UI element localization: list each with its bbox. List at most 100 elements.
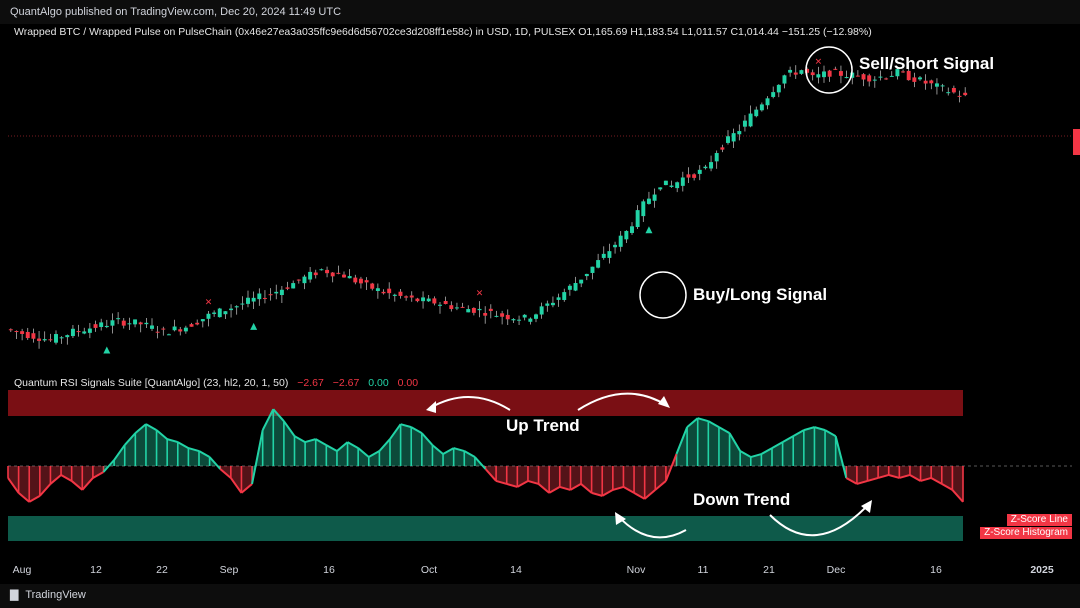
candle-body — [296, 279, 301, 281]
buy-signal-label: Buy/Long Signal — [693, 285, 828, 304]
candle-body — [404, 296, 409, 298]
candle-body — [330, 272, 335, 277]
candle-body — [765, 98, 770, 106]
candle-body — [838, 71, 843, 76]
x-tick-label: Sep — [219, 564, 239, 576]
candle-body — [867, 75, 872, 82]
candle-body — [121, 320, 126, 326]
candle-body — [596, 260, 601, 268]
sell-signal-label: Sell/Short Signal — [859, 54, 995, 73]
candle-body — [918, 77, 922, 80]
candle-body — [438, 304, 442, 306]
candle-body — [833, 68, 838, 70]
candle-body — [42, 339, 47, 341]
candle-body — [703, 166, 708, 169]
candle-body — [65, 335, 70, 338]
candle-body — [268, 294, 273, 296]
candle-body — [150, 325, 154, 329]
candle-body — [878, 76, 883, 78]
candle-body — [731, 133, 736, 142]
candle-body — [415, 298, 420, 302]
x-tick-label: 2025 — [1030, 564, 1054, 576]
candle-body — [618, 235, 623, 247]
candle-body — [460, 306, 465, 308]
candle-body — [99, 322, 104, 327]
x-tick-label: 14 — [510, 564, 522, 576]
candle-body — [669, 185, 674, 187]
last-price-tag — [1073, 129, 1080, 155]
candle-body — [680, 177, 685, 186]
zscore-area — [814, 427, 826, 466]
zscore-area — [400, 424, 412, 466]
candle-body — [212, 312, 217, 314]
candle-body — [929, 80, 934, 84]
candle-body — [550, 302, 555, 306]
candle-body — [110, 320, 115, 326]
candle-body — [957, 95, 962, 97]
candle-body — [251, 297, 256, 302]
candle-body — [48, 339, 53, 341]
candle-body — [923, 80, 928, 84]
symbol-ohlc-line: Wrapped BTC / Wrapped Pulse on PulseChai… — [14, 26, 872, 38]
candle-body — [279, 289, 284, 296]
zscore-area — [135, 424, 146, 466]
candle-body — [810, 72, 815, 76]
candle-body — [663, 180, 668, 186]
candle-body — [646, 198, 651, 204]
candle-body — [607, 251, 612, 258]
zscore-area — [145, 424, 157, 466]
candle-body — [675, 182, 680, 189]
zscore-area — [379, 439, 390, 466]
candle-body — [816, 74, 821, 78]
tradingview-brand[interactable]: TradingView — [25, 589, 86, 601]
candle-body — [471, 307, 476, 313]
candle-body — [246, 297, 250, 304]
candle-body — [138, 322, 143, 325]
candle-body — [624, 230, 629, 240]
candle-body — [14, 331, 19, 333]
candle-body — [353, 277, 358, 283]
candle-body — [443, 301, 448, 304]
candle-body — [652, 194, 657, 201]
candle-body — [539, 306, 544, 315]
x-tick-label: 21 — [763, 564, 775, 576]
candle-body — [308, 271, 313, 280]
candle-body — [511, 319, 516, 321]
candle-body — [432, 298, 437, 304]
candle-body — [262, 297, 267, 299]
price-and-indicator-chart[interactable]: ✕ ✕ ✕ — [0, 0, 1080, 608]
candle-body — [714, 153, 719, 162]
candle-body — [25, 331, 30, 339]
candle-body — [963, 92, 968, 96]
candle-body — [127, 323, 132, 325]
candle-body — [342, 274, 346, 278]
zscore-area — [612, 466, 624, 490]
zscore-area — [559, 466, 571, 490]
candle-body — [144, 322, 149, 325]
candle-body — [104, 325, 109, 328]
candle-body — [229, 308, 234, 311]
candle-body — [522, 314, 527, 318]
candle-body — [37, 338, 42, 341]
candle-body — [206, 313, 211, 319]
zscore-area — [432, 445, 444, 466]
buy-signal-marker — [645, 226, 653, 234]
tradingview-logo-icon[interactable]: ▇ — [10, 584, 18, 606]
candle-body — [771, 92, 776, 97]
candle-body — [517, 319, 522, 321]
candle-body — [799, 70, 804, 74]
buy-signal-highlight — [639, 271, 687, 319]
candle-body — [59, 337, 64, 339]
candle-body — [161, 328, 166, 330]
candle-body — [166, 334, 171, 336]
candle-body — [534, 314, 538, 319]
sell-signal-marker: ✕ — [815, 58, 823, 68]
candle-body — [782, 75, 787, 84]
indicator-value-3: 0.00 — [368, 377, 389, 389]
down-trend-label: Down Trend — [693, 490, 791, 509]
candle-body — [449, 305, 454, 310]
candle-body — [709, 162, 714, 169]
candle-body — [364, 280, 369, 283]
candle-body — [584, 273, 589, 277]
candle-body — [375, 288, 380, 291]
